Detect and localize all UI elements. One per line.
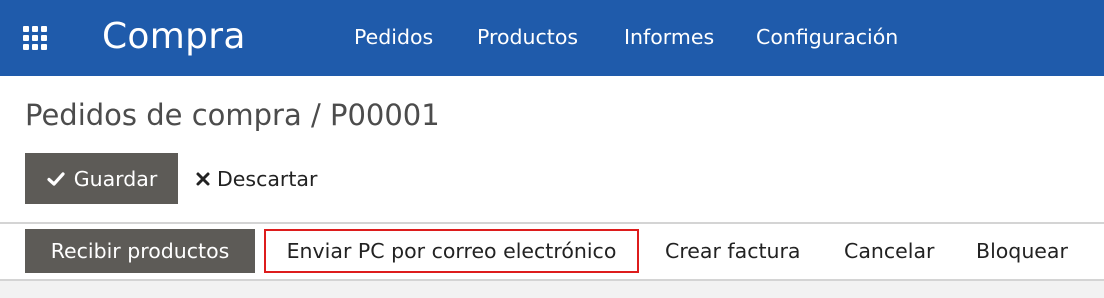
- menu-item-productos[interactable]: Productos: [477, 23, 578, 51]
- lock-button[interactable]: Bloquear: [976, 229, 1068, 273]
- discard-button[interactable]: Descartar: [195, 157, 317, 201]
- check-icon: [47, 171, 65, 186]
- breadcrumb: Pedidos de compra / P00001: [25, 98, 440, 132]
- discard-button-label: Descartar: [217, 167, 318, 191]
- form-sheet-background: [0, 279, 1104, 298]
- cancel-button[interactable]: Cancelar: [844, 229, 934, 273]
- save-button-label: Guardar: [73, 166, 158, 191]
- close-icon: [196, 172, 210, 186]
- save-button[interactable]: Guardar: [25, 153, 178, 204]
- send-po-email-button[interactable]: Enviar PC por correo electrónico: [264, 229, 639, 273]
- menu-item-pedidos[interactable]: Pedidos: [354, 23, 433, 51]
- divider: [0, 222, 1104, 224]
- app-title[interactable]: Compra: [102, 13, 246, 61]
- receive-products-button[interactable]: Recibir productos: [25, 229, 255, 273]
- menu-item-informes[interactable]: Informes: [624, 23, 714, 51]
- apps-grid-icon[interactable]: [23, 26, 53, 50]
- create-invoice-button[interactable]: Crear factura: [665, 229, 800, 273]
- top-navbar: Compra Pedidos Productos Informes Config…: [0, 0, 1104, 76]
- menu-item-configuracion[interactable]: Configuración: [756, 23, 898, 51]
